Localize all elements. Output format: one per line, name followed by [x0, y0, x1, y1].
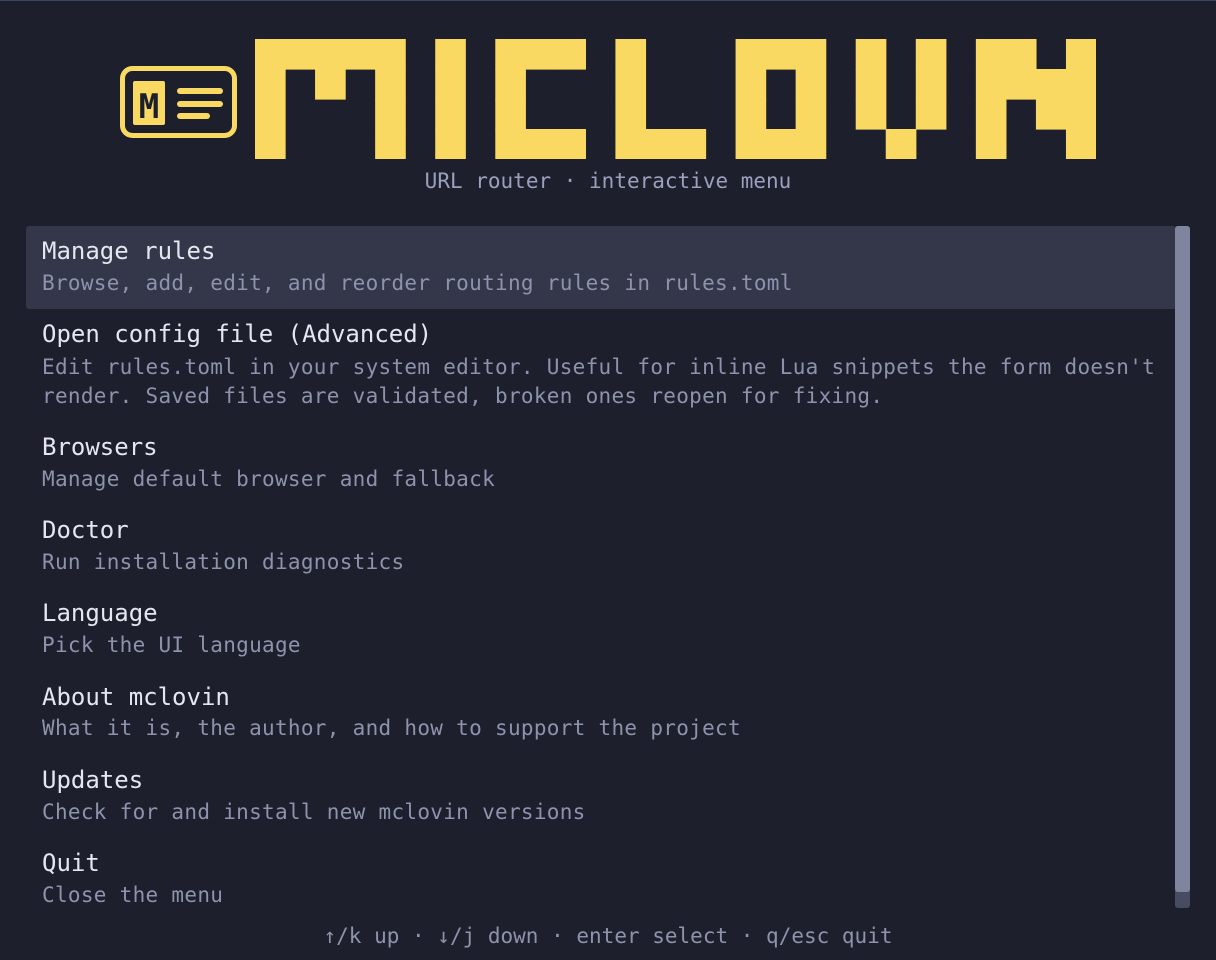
wordmark-pixel — [285, 39, 316, 70]
menu-scrollbar[interactable] — [1175, 226, 1190, 908]
wordmark-pixel — [255, 39, 286, 70]
wordmark-pixel — [375, 129, 406, 159]
menu-item[interactable]: Quit Close the menu — [26, 837, 1176, 908]
menu-item-title: Browsers — [42, 433, 158, 461]
wordmark-pixel — [495, 99, 526, 130]
keyboard-help-bar: ↑/k up · ↓/j down · enter select · q/esc… — [0, 922, 1216, 950]
menu-item-description: Check for and install new mclovin versio… — [42, 800, 586, 824]
wordmark-pixel — [915, 39, 947, 70]
wordmark-pixel — [735, 99, 767, 130]
id-card-logo-icon: M — [120, 66, 237, 138]
wordmark-pixel — [735, 129, 767, 159]
help-separator: · — [538, 924, 577, 948]
menu-item-title: Updates — [42, 766, 144, 794]
wordmark-pixel — [795, 99, 827, 130]
menu-item-title: About mclovin — [42, 683, 230, 711]
wordmark-pixel — [495, 129, 526, 159]
menu-item-description: Pick the UI language — [42, 633, 301, 657]
menu-item-description: Close the menu — [42, 883, 224, 907]
menu-item-title: Manage rules — [42, 237, 216, 265]
wordmark-pixel — [1035, 99, 1067, 130]
window-top-border — [0, 0, 1216, 1]
menu-item-description: Edit rules.toml in your system editor. U… — [42, 355, 1169, 408]
wordmark-pixel — [765, 129, 797, 159]
wordmark-pixel — [375, 99, 406, 130]
wordmark-pixel — [975, 39, 1007, 70]
help-separator: · — [728, 924, 767, 948]
wordmark-pixel — [315, 39, 346, 70]
main-menu-list: Manage rules Browse, add, edit, and reord… — [26, 226, 1176, 908]
menu-item[interactable]: Doctor Run installation diagnostics — [26, 505, 1176, 588]
menu-item-description: Browse, add, edit, and reorder routing r… — [42, 271, 793, 295]
menu-item[interactable]: Manage rules Browse, add, edit, and reord… — [26, 226, 1176, 309]
wordmark-pixel — [795, 69, 827, 100]
wordmark-pixel — [915, 69, 947, 100]
menu-item-description: Manage default browser and fallback — [42, 467, 496, 491]
menu-item-title: Quit — [42, 849, 100, 877]
help-down: ↓/j down — [437, 924, 539, 948]
wordmark-pixel — [375, 69, 406, 100]
wordmark-pixel — [975, 129, 1007, 159]
wordmark-pixel — [615, 69, 647, 100]
wordmark-pixel — [615, 129, 647, 159]
wordmark-pixel — [795, 39, 827, 70]
wordmark-pixel — [345, 39, 376, 70]
wordmark-pixel — [765, 39, 797, 70]
menu-item-description: Run installation diagnostics — [42, 550, 405, 574]
wordmark-pixel — [675, 129, 707, 159]
badge-letter: M — [139, 87, 159, 127]
wordmark-pixel — [495, 69, 526, 100]
mclovin-pixel-wordmark — [255, 39, 1096, 159]
wordmark-pixel — [615, 99, 647, 130]
wordmark-pixel — [1065, 129, 1096, 159]
menu-item-title: Language — [42, 599, 158, 627]
wordmark-pixel — [1065, 69, 1096, 100]
wordmark-pixel — [735, 69, 767, 100]
wordmark-pixel — [255, 99, 286, 130]
wordmark-pixel — [615, 39, 647, 70]
wordmark-pixel — [375, 39, 406, 70]
wordmark-pixel — [315, 69, 346, 100]
wordmark-pixel — [1035, 69, 1067, 100]
wordmark-pixel — [1005, 39, 1037, 70]
wordmark-pixel — [555, 39, 586, 70]
wordmark-pixel — [435, 39, 466, 70]
wordmark-pixel — [735, 39, 767, 70]
wordmark-pixel — [645, 129, 677, 159]
wordmark-pixel — [975, 69, 1007, 100]
menu-item-title: Open config file (Advanced) — [42, 320, 433, 348]
menu-item[interactable]: Language Pick the UI language — [26, 588, 1176, 671]
wordmark-pixel — [255, 129, 286, 159]
wordmark-pixel — [525, 129, 556, 159]
wordmark-pixel — [855, 99, 887, 130]
wordmark-pixel — [885, 129, 917, 159]
menu-item[interactable]: Browsers Manage default browser and fallb… — [26, 422, 1176, 505]
help-quit: q/esc quit — [766, 924, 893, 948]
wordmark-pixel — [1005, 69, 1037, 100]
help-separator: · — [399, 924, 438, 948]
wordmark-pixel — [435, 69, 466, 100]
help-select: enter select — [576, 924, 729, 948]
menu-item-description: What it is, the author, and how to suppo… — [42, 716, 741, 740]
wordmark-pixel — [915, 99, 947, 130]
wordmark-pixel — [795, 129, 827, 159]
wordmark-pixel — [555, 129, 586, 159]
menu-item-title: Doctor — [42, 516, 129, 544]
wordmark-pixel — [975, 99, 1007, 130]
menu-item[interactable]: About mclovin What it is, the author, and… — [26, 671, 1176, 754]
wordmark-pixel — [1065, 99, 1096, 130]
wordmark-pixel — [855, 39, 887, 70]
help-up: ↑/k up — [323, 924, 400, 948]
wordmark-pixel — [435, 129, 466, 159]
menu-item[interactable]: Updates Check for and install new mclovin… — [26, 754, 1176, 837]
menu-item[interactable]: Open config file (Advanced) Edit rules.to… — [26, 309, 1176, 422]
wordmark-pixel — [255, 69, 286, 100]
wordmark-pixel — [435, 99, 466, 130]
menu-scrollbar-thumb[interactable] — [1175, 226, 1190, 892]
wordmark-pixel — [1065, 39, 1096, 70]
app-subtitle: URL router · interactive menu — [424, 169, 792, 193]
wordmark-pixel — [525, 39, 556, 70]
wordmark-pixel — [855, 69, 887, 100]
wordmark-pixel — [495, 39, 526, 70]
